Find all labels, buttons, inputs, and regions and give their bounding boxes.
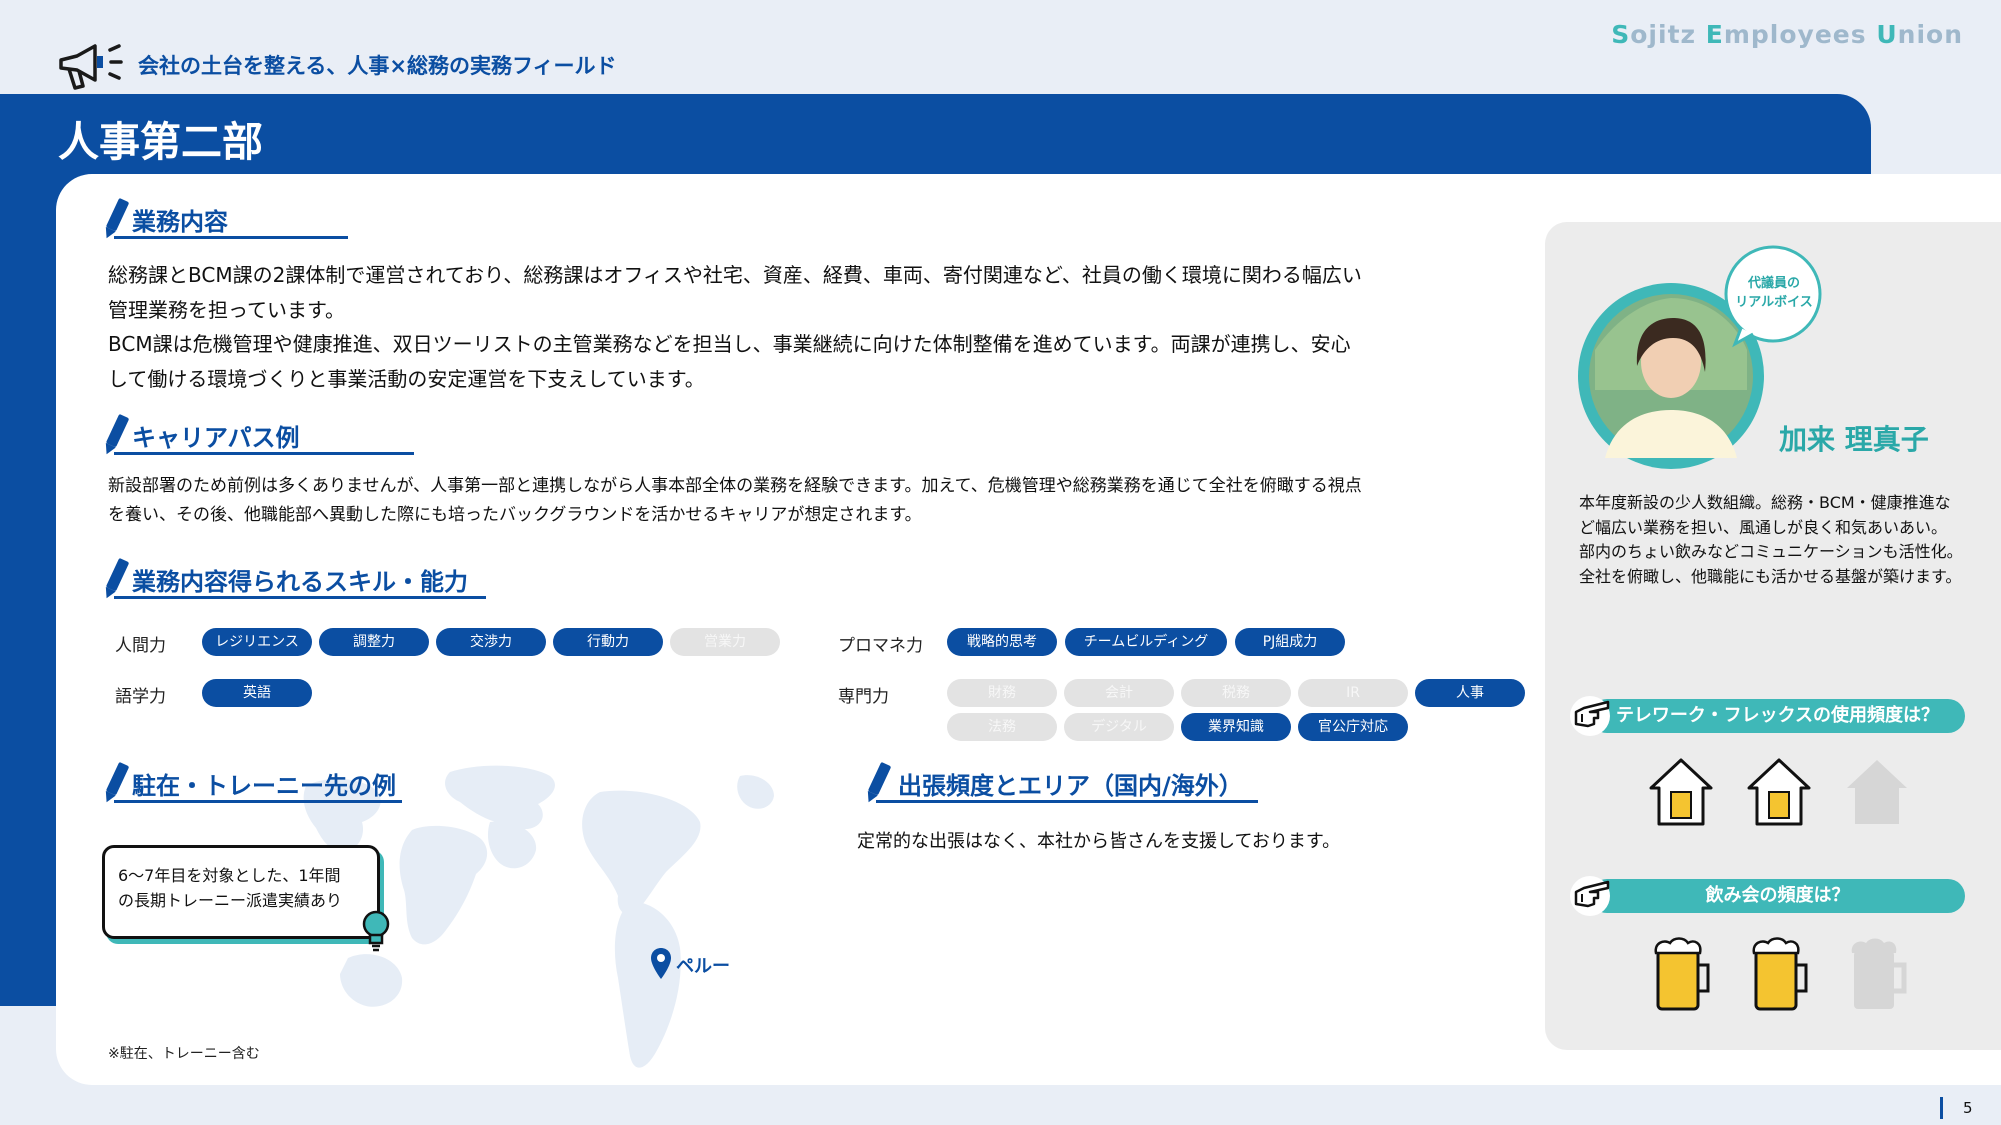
- skill-group-label: 専門力: [838, 687, 889, 707]
- brand-logo: Sojitz Employees Union: [1611, 20, 1963, 49]
- location-pin-icon: [650, 947, 672, 985]
- skill-pill: 行動力: [553, 628, 663, 656]
- left-accent-strip: [0, 170, 56, 1006]
- house-icon: [1743, 754, 1815, 832]
- section-title: 駐在・トレーニー先の例: [132, 772, 396, 800]
- pointing-hand-icon: [1568, 874, 1612, 922]
- trip-description: 定常的な出張はなく、本社から皆さんを支援しております。: [857, 831, 1341, 852]
- section-title: キャリアパス例: [132, 424, 300, 452]
- skill-pill: 法務: [947, 713, 1057, 741]
- section-title: 業務内容得られるスキル・能力: [132, 568, 468, 596]
- voice-text: 本年度新設の少人数組織。総務・BCM・健康推進な ど幅広い業務を担い、風通しが良…: [1579, 493, 1963, 586]
- skill-pill: IR: [1298, 679, 1408, 707]
- skill-pill: 営業力: [670, 628, 780, 656]
- career-description: 新設部署のため前例は多くありませんが、人事第一部と連携しながら人事本部全体の業務…: [108, 476, 1362, 525]
- skill-pill: 業界知識: [1181, 713, 1291, 741]
- house-icon-inactive: [1841, 754, 1913, 832]
- page-number-divider: [1940, 1097, 1943, 1119]
- page-number: 5: [1963, 1099, 1973, 1117]
- pointing-hand-icon: [1568, 694, 1612, 742]
- skill-pill: 財務: [947, 679, 1057, 707]
- skill-pill: 調整力: [319, 628, 429, 656]
- skill-pill: 英語: [202, 679, 312, 707]
- question-drink: 飲み会の頻度は？: [1590, 879, 1965, 913]
- person-name: 加来 理真子: [1779, 423, 1929, 456]
- title-underline: [114, 596, 486, 599]
- megaphone-icon: [55, 38, 127, 98]
- skill-group-label: プロマネ力: [838, 636, 923, 656]
- skill-pill: 交渉力: [436, 628, 546, 656]
- skill-pill: チームビルディング: [1065, 628, 1227, 656]
- skill-pill: PJ組成力: [1235, 628, 1345, 656]
- callout-text: 6～7年目を対象とした、1年間 の長期トレーニー派遣実績あり: [118, 866, 343, 910]
- tagline: 会社の土台を整える、人事×総務の実務フィールド: [138, 54, 617, 78]
- voice-badge-text: 代議員の リアルボイス: [1735, 276, 1813, 310]
- footnote: ※駐在、トレーニー含む: [108, 1046, 260, 1062]
- lightbulb-icon: [360, 910, 392, 958]
- work-description: 総務課とBCM課の2課体制で運営されており、総務課はオフィスや社宅、資産、経費、…: [108, 263, 1362, 391]
- section-title: 業務内容: [132, 208, 228, 236]
- beer-mug-icon: [1750, 935, 1812, 1017]
- question-telework: テレワーク・フレックスの使用頻度は？: [1590, 699, 1965, 733]
- skill-pill: デジタル: [1064, 713, 1174, 741]
- title-underline: [114, 452, 414, 455]
- page-title: 人事第二部: [58, 118, 263, 166]
- skill-pill: レジリエンス: [202, 628, 312, 656]
- beer-mug-icon: [1652, 935, 1714, 1017]
- house-icon: [1645, 754, 1717, 832]
- title-underline: [876, 800, 1258, 803]
- skill-pill: 人事: [1415, 679, 1525, 707]
- skill-pill: 官公庁対応: [1298, 713, 1408, 741]
- section-title: 出張頻度とエリア（国内/海外）: [898, 772, 1243, 800]
- skill-pill: 戦略的思考: [947, 628, 1057, 656]
- skill-pill: 税務: [1181, 679, 1291, 707]
- beer-mug-icon-inactive: [1848, 935, 1910, 1017]
- title-underline: [114, 236, 348, 239]
- skill-pill: 会計: [1064, 679, 1174, 707]
- skill-group-label: 人間力: [115, 636, 166, 656]
- title-underline: [114, 800, 402, 803]
- skill-group-label: 語学力: [115, 687, 166, 707]
- location-label: ペルー: [676, 956, 730, 977]
